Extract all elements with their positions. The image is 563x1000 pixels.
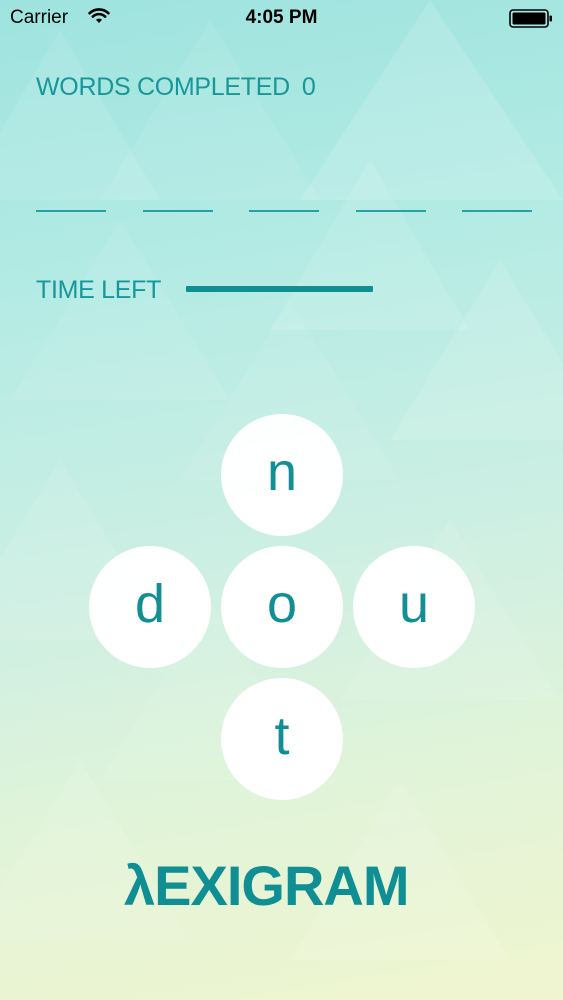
- letter-tile-label: u: [398, 574, 430, 634]
- app-logo: λEXIGRAM: [124, 854, 410, 917]
- letter-tile-d[interactable]: d: [89, 546, 211, 668]
- status-bar: Carrier 4:05 PM: [0, 0, 563, 38]
- word-blank: [462, 210, 532, 212]
- time-left-label: TIME LEFT: [36, 276, 162, 304]
- word-blank: [356, 210, 426, 212]
- time-left-bar: [186, 286, 373, 292]
- word-blank: [249, 210, 319, 212]
- status-time: 4:05 PM: [245, 7, 318, 28]
- word-blank: [36, 210, 106, 212]
- battery-icon: [509, 9, 553, 35]
- words-completed-count: 0: [301, 73, 316, 101]
- word-blank: [143, 210, 213, 212]
- letter-tile-u[interactable]: u: [353, 546, 475, 668]
- letter-tile-t[interactable]: t: [221, 678, 343, 800]
- letter-tile-o[interactable]: o: [221, 546, 343, 668]
- time-left-fill: [186, 286, 373, 292]
- letter-tile-n[interactable]: n: [221, 414, 343, 536]
- letter-tile-label: t: [274, 706, 290, 766]
- letter-tile-label: d: [134, 574, 166, 634]
- words-completed-label: WORDS COMPLETED: [36, 73, 290, 101]
- letter-tile-label: n: [266, 442, 298, 502]
- words-completed: WORDS COMPLETED 0: [36, 73, 316, 102]
- letter-tile-label: o: [266, 574, 298, 634]
